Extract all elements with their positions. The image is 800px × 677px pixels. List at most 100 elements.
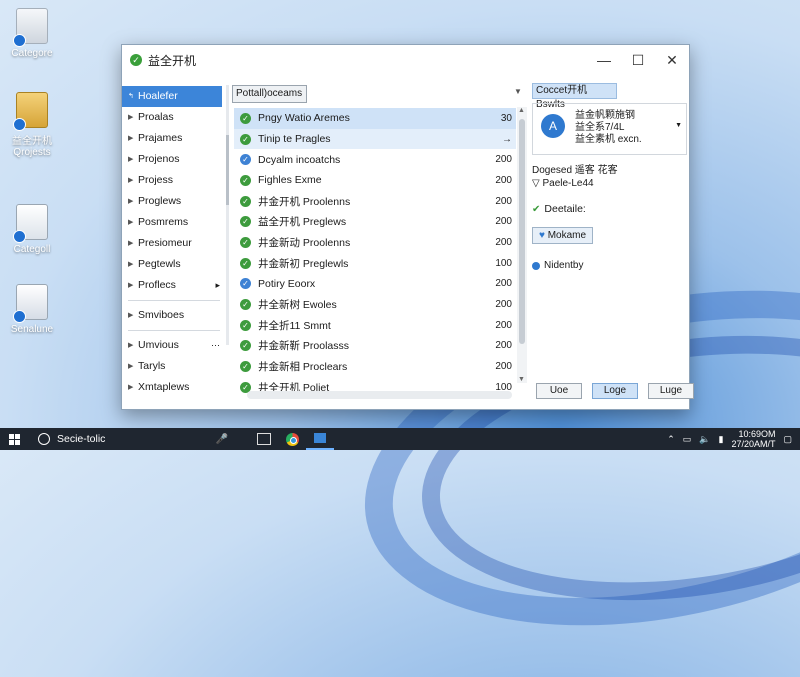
desktop-icon-categore[interactable]: Categore [4,8,60,59]
microphone-icon[interactable]: 🎤 [216,434,228,445]
list-item-label: Pngy Watio Aremes [258,112,350,125]
volume-icon[interactable]: 🔈 [699,434,710,445]
list-item[interactable]: ✓ Dcyalm incoatchs 200 [234,149,516,170]
desktop-icon-categoll[interactable]: Categoll [4,204,60,255]
desktop-icon-label: 益全开机 Qrojests [12,136,52,158]
list-scrollbar[interactable]: ▲ ▼ [517,107,527,383]
check-icon: ✓ [240,112,251,124]
sidebar-item-projenos[interactable]: ▶ Projenos [122,149,226,170]
app-taskbar-button[interactable] [306,428,334,450]
list-item[interactable]: ✓ Fighles Exme 200 [234,170,516,191]
list-item-label: 井金开机 Proolenns [258,195,351,208]
status-label: Deetaile: [544,203,586,215]
battery-icon[interactable]: ▮ [719,434,724,445]
loge-button[interactable]: Loge [592,383,638,399]
sidebar-item-label: Prajames [138,132,183,144]
taskbar: Secie-tolic 🎤 ⌃ ▭ 🔈 ▮ 10:69OM 27/20AM/T … [0,428,800,450]
sidebar-item-umvious[interactable]: ▶ Umvious ⋯ [122,335,226,356]
list-item-value: 100 [495,257,512,269]
list-item[interactable]: ✓ 井金新动 Proolenns 200 [234,232,516,253]
settings-document-icon [13,284,48,323]
check-icon: ✓ [240,361,251,373]
desktop-icon-senalune[interactable]: Senalune [4,284,60,335]
chevron-up-icon[interactable]: ⌃ [667,434,675,445]
chrome-icon [285,432,299,446]
horizontal-scrollbar[interactable] [247,391,512,399]
title-bar[interactable]: ✓ 益全开机 — ☐ ✕ [122,45,689,75]
taskbar-search[interactable]: Secie-tolic 🎤 [28,433,238,445]
network-icon[interactable]: ▭ [683,434,692,445]
notifications-icon[interactable]: ▢ [783,434,792,445]
detail-card[interactable]: A 益金帆颗施钢 益全系7/4L 益全素机 excn. ▼ [532,103,687,155]
sidebar-item-hoalefer[interactable]: ↰ Hoalefer [122,86,222,107]
clock-time: 10:69OM [738,429,776,439]
sidebar-item-taryls[interactable]: ▶ Taryls [122,356,226,377]
sidebar-item-label: Umvious [138,339,179,351]
expand-arrow-icon[interactable]: ▸ [215,275,220,296]
list-item-value: 200 [495,174,512,186]
maximize-button[interactable]: ☐ [621,45,655,75]
minimize-button[interactable]: — [587,45,621,75]
scrollbar-thumb[interactable] [226,135,229,205]
scroll-down-icon[interactable]: ▼ [518,376,525,383]
sidebar-item-proalas[interactable]: ▶ Proalas [122,107,226,128]
chevron-right-icon: ▶ [128,156,134,163]
search-text: Secie-tolic [57,433,106,445]
chevron-right-icon: ▶ [128,135,134,142]
sidebar-item-presiomeur[interactable]: ▶ Presiomeur [122,233,226,254]
list-item[interactable]: ✓ Tinip te Pragles → [234,128,516,150]
close-button[interactable]: ✕ [655,45,689,75]
sidebar-item-proglews[interactable]: ▶ Proglews [122,191,226,212]
check-icon: ✓ [240,257,251,269]
list-item[interactable]: ✓ 井全折11 Smmt 200 [234,315,516,336]
list-item-value: 200 [495,278,512,290]
sidebar-scrollbar[interactable] [226,85,229,345]
scroll-up-icon[interactable]: ▲ [518,107,525,114]
sidebar-item-smviboes[interactable]: ▶ Smviboes [122,305,226,326]
clock[interactable]: 10:69OM 27/20AM/T [731,429,775,449]
list-item[interactable]: ✓ 井金新靳 Proolasss 200 [234,336,516,357]
luge-button[interactable]: Luge [648,383,694,399]
start-button[interactable] [0,433,28,445]
mokame-button[interactable]: ♥ Mokame [532,227,594,244]
sidebar-item-prajames[interactable]: ▶ Prajames [122,128,226,149]
chevron-right-icon: ▶ [128,282,134,289]
task-view-button[interactable] [250,433,278,445]
scrollbar-thumb[interactable] [519,119,525,344]
detail-header[interactable]: Coccet开机 Bswlts [532,83,617,110]
chevron-right-icon: ▶ [128,114,134,121]
shortcut-arrow-icon [13,34,26,47]
list-item[interactable]: ✓ 井全新树 Ewoles 200 [234,294,516,315]
list-item[interactable]: ✓ Pngy Watio Aremes 30 [234,108,516,129]
sidebar-item-label: Hoalefer [138,90,178,102]
chevron-down-icon[interactable]: ▼ [675,122,682,129]
list-item[interactable]: ✓ Potiry Eoorx 200 [234,274,516,295]
sidebar-item-proflecs[interactable]: ▶ Proflecs ▸ [122,275,226,296]
sidebar-item-projess[interactable]: ▶ Projess [122,170,226,191]
desktop-icon-projects[interactable]: 益全开机 Qrojests [4,92,60,158]
filter-field[interactable]: Pottall)oceams [232,85,307,103]
clock-date: 27/20AM/T [731,439,776,449]
list-item-label: Tinip te Pragles [258,133,331,146]
detail-property: ▽ Paele-Le44 [532,178,594,189]
uoe-button[interactable]: Uoe [536,383,582,399]
list-item[interactable]: ✓ 井金新初 Preglewls 100 [234,253,516,274]
sidebar-item-xmtaplews[interactable]: ▶ Xmtaplews [122,377,226,398]
chevron-right-icon: ▶ [128,219,134,226]
list-item[interactable]: ✓ 井金新相 Proclears 200 [234,356,516,377]
more-options-icon[interactable]: ⋯ [211,335,220,356]
list-item-value: 200 [495,154,512,166]
detail-property: Dogesed 遥客 花客 [532,165,618,176]
list-item[interactable]: ✓ 益全开机 Preglews 200 [234,211,516,232]
list-item-value: 200 [495,236,512,248]
identity-row[interactable]: Nidentby [532,260,687,271]
list-item-value: → [502,133,512,145]
sidebar-item-posmrems[interactable]: ▶ Posmrems [122,212,226,233]
sidebar-item-pegtewls[interactable]: ▶ Pegtewls [122,254,226,275]
list-item[interactable]: ✓ 井金开机 Proolenns 200 [234,191,516,212]
info-check-icon: ✓ [240,154,251,166]
chevron-down-icon[interactable]: ▼ [514,87,522,96]
chrome-button[interactable] [278,432,306,446]
list-item-value: 200 [495,216,512,228]
list-item-label: 井全新树 Ewoles [258,299,337,312]
